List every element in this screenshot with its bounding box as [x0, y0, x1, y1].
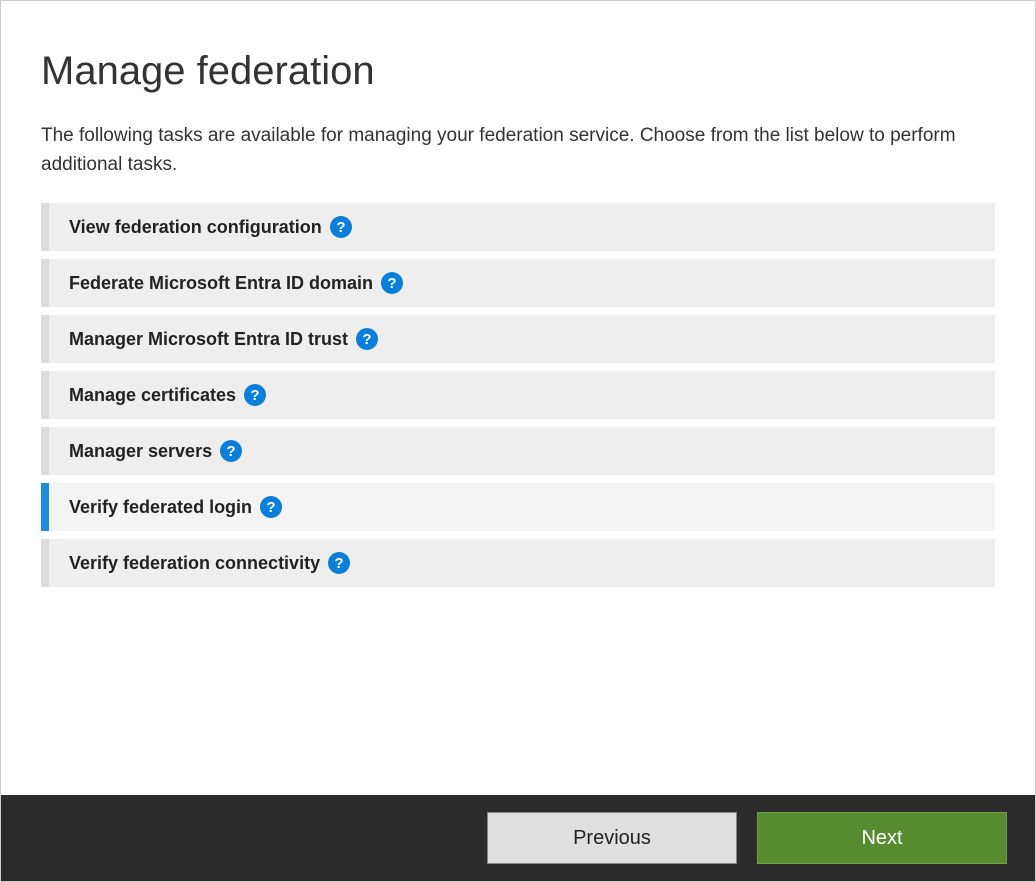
svg-text:?: ? — [336, 219, 345, 236]
help-icon[interactable]: ? — [356, 328, 378, 350]
svg-text:?: ? — [227, 443, 236, 460]
task-verify-federated-login[interactable]: Verify federated login ? — [41, 483, 995, 531]
page-title: Manage federation — [41, 49, 995, 94]
help-icon[interactable]: ? — [244, 384, 266, 406]
task-manager-entra-id-trust[interactable]: Manager Microsoft Entra ID trust ? — [41, 315, 995, 363]
task-manage-certificates[interactable]: Manage certificates ? — [41, 371, 995, 419]
next-button[interactable]: Next — [757, 812, 1007, 864]
task-label: Verify federated login — [69, 497, 252, 518]
help-icon[interactable]: ? — [328, 552, 350, 574]
help-icon[interactable]: ? — [381, 272, 403, 294]
task-label: Verify federation connectivity — [69, 553, 320, 574]
task-federate-entra-id-domain[interactable]: Federate Microsoft Entra ID domain ? — [41, 259, 995, 307]
svg-text:?: ? — [266, 499, 275, 516]
task-label: Federate Microsoft Entra ID domain — [69, 273, 373, 294]
task-manager-servers[interactable]: Manager servers ? — [41, 427, 995, 475]
help-icon[interactable]: ? — [260, 496, 282, 518]
task-verify-federation-connectivity[interactable]: Verify federation connectivity ? — [41, 539, 995, 587]
help-icon[interactable]: ? — [220, 440, 242, 462]
help-icon[interactable]: ? — [330, 216, 352, 238]
svg-text:?: ? — [387, 275, 396, 292]
page-description: The following tasks are available for ma… — [41, 122, 995, 179]
task-list: View federation configuration ? Federate… — [41, 203, 995, 587]
svg-text:?: ? — [334, 555, 343, 572]
svg-text:?: ? — [362, 331, 371, 348]
footer-bar: Previous Next — [1, 795, 1035, 881]
task-label: Manage certificates — [69, 385, 236, 406]
previous-button[interactable]: Previous — [487, 812, 737, 864]
task-label: Manager Microsoft Entra ID trust — [69, 329, 348, 350]
task-view-federation-configuration[interactable]: View federation configuration ? — [41, 203, 995, 251]
task-label: View federation configuration — [69, 217, 322, 238]
task-label: Manager servers — [69, 441, 212, 462]
svg-text:?: ? — [250, 387, 259, 404]
